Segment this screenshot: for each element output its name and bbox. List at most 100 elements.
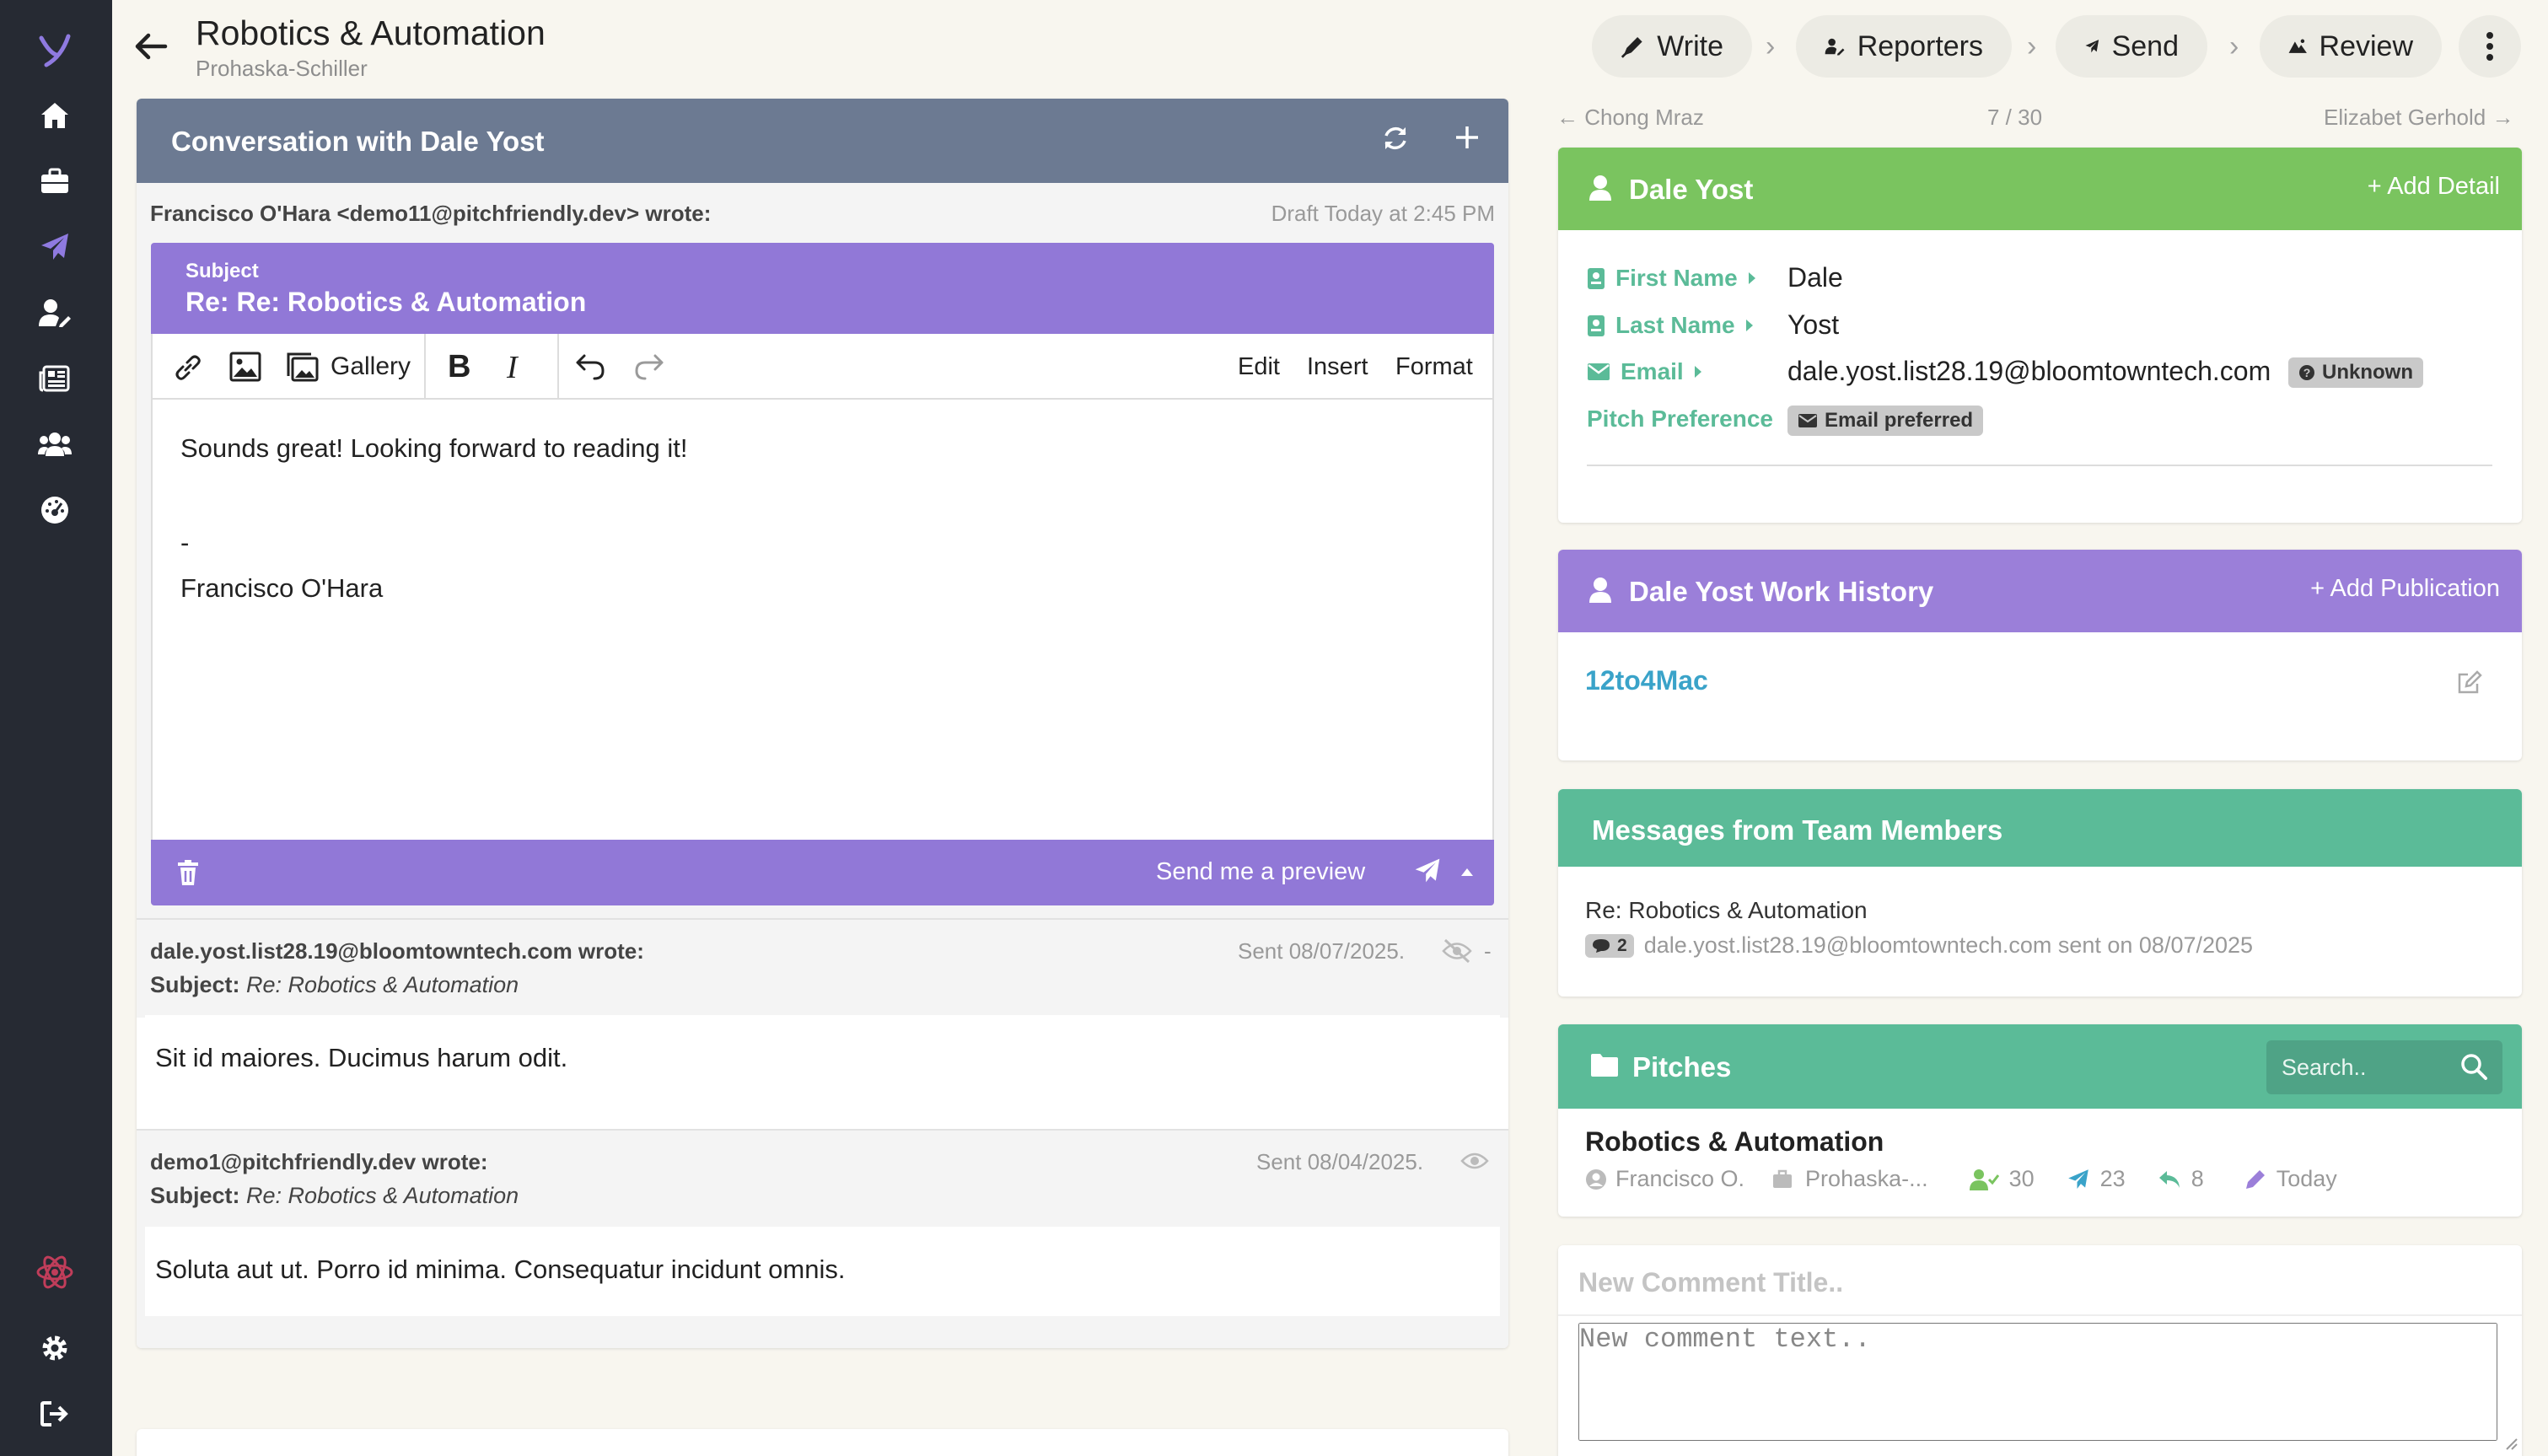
next-contact-link[interactable]: Elizabet Gerhold → [2324, 105, 2513, 131]
bold-icon[interactable]: B [448, 349, 470, 385]
atom-icon[interactable] [34, 1251, 76, 1293]
team-message-meta-row: 2 dale.yost.list28.19@bloomtowntech.com … [1585, 932, 2253, 959]
mountain-icon [2288, 39, 2307, 53]
pitch-company: Prohaska-... [1805, 1166, 1928, 1191]
gallery-button[interactable]: Gallery [331, 352, 411, 381]
link-icon[interactable] [171, 351, 205, 384]
back-arrow-icon[interactable] [133, 30, 169, 62]
undo-icon[interactable] [574, 352, 606, 381]
comment-icon [1593, 938, 1610, 953]
question-circle-icon: ? [2299, 365, 2314, 380]
divider [1587, 465, 2492, 466]
message-subject-label: Subject: [150, 972, 240, 997]
newspaper-icon[interactable] [34, 357, 76, 400]
more-options-button[interactable] [2459, 15, 2521, 78]
team-message-subject[interactable]: Re: Robotics & Automation [1585, 897, 1868, 924]
message-extra: - [1484, 938, 1492, 964]
last-name-value[interactable]: Yost [1787, 309, 1839, 341]
trash-icon[interactable] [176, 859, 200, 886]
step-send-button[interactable]: Send [2056, 15, 2207, 78]
chevron-right-icon: › [1766, 30, 1776, 62]
add-icon[interactable] [1454, 124, 1481, 151]
new-comment-card [1558, 1245, 2522, 1456]
team-messages-card: Messages from Team Members Re: Robotics … [1558, 789, 2522, 997]
publication-link[interactable]: 12to4Mac [1585, 665, 1708, 696]
work-history-card: Dale Yost Work History + Add Publication… [1558, 550, 2522, 760]
divider [137, 918, 1508, 920]
comment-text-input[interactable] [1578, 1323, 2497, 1441]
step-review-button[interactable]: Review [2260, 15, 2442, 78]
folder-icon [1590, 1052, 1619, 1077]
subject-label: Subject [185, 260, 259, 282]
resize-handle-icon[interactable] [2503, 1436, 2518, 1451]
subject-bar[interactable]: Subject Re: Re: Robotics & Automation [151, 243, 1494, 334]
pitch-preference-badge[interactable]: Email preferred [1787, 406, 1984, 436]
contact-counter: 7 / 30 [1987, 105, 2043, 130]
logout-icon[interactable] [34, 1393, 76, 1435]
next-panel [137, 1429, 1508, 1456]
gear-icon[interactable] [34, 1327, 76, 1369]
pitches-card: Pitches Robotics & Automation Francisco … [1558, 1024, 2522, 1217]
eye-slash-icon[interactable] [1442, 938, 1472, 964]
step-write-label: Write [1657, 30, 1723, 62]
user-edit-icon [1825, 38, 1845, 56]
work-history-title: Dale Yost Work History [1629, 576, 1934, 607]
image-icon[interactable] [228, 351, 262, 383]
user-edit-icon[interactable] [34, 292, 76, 334]
prev-contact-link[interactable]: ← Chong Mraz [1556, 105, 1704, 131]
format-menu[interactable]: Format [1395, 353, 1473, 381]
add-publication-button[interactable]: + Add Publication [2310, 575, 2500, 603]
message-subject-line: Subject: Re: Robotics & Automation [150, 1183, 519, 1209]
eye-icon[interactable] [1460, 1151, 1489, 1171]
paper-plane-icon[interactable] [34, 226, 76, 268]
home-icon[interactable] [34, 94, 76, 137]
step-write-button[interactable]: Write [1592, 15, 1752, 78]
italic-icon[interactable]: I [507, 349, 518, 386]
refresh-icon[interactable] [1381, 124, 1410, 153]
editor-body[interactable]: Sounds great! Looking forward to reading… [151, 400, 1494, 840]
draft-author: Francisco O'Hara <demo11@pitchfriendly.d… [150, 201, 712, 226]
pitch-preference-text: Email preferred [1825, 409, 1974, 432]
draft-status: Draft Today at 2:45 PM [1271, 201, 1495, 226]
user-circle-icon [1586, 1169, 1606, 1190]
users-icon[interactable] [34, 423, 76, 465]
editor-toolbar: Gallery B I Edit Insert Format [151, 334, 1494, 400]
user-icon [1588, 577, 1612, 604]
pitch-title[interactable]: Robotics & Automation [1585, 1126, 1884, 1158]
send-preview-button[interactable]: Send me a preview [1156, 858, 1365, 886]
send-icon[interactable] [1413, 857, 1442, 885]
pitches-search-box[interactable] [2266, 1040, 2502, 1094]
edit-icon[interactable] [2457, 669, 2482, 695]
svg-text:?: ? [2303, 366, 2311, 379]
toolbar-divider [557, 334, 559, 398]
gallery-icon[interactable] [286, 351, 320, 383]
body-line: Sounds great! Looking forward to reading… [180, 433, 688, 463]
pitches-search-input[interactable] [2282, 1052, 2450, 1083]
caret-up-icon[interactable] [1460, 867, 1474, 877]
comment-title-input[interactable] [1578, 1259, 2497, 1306]
add-detail-button[interactable]: + Add Detail [2368, 173, 2500, 201]
first-name-value[interactable]: Dale [1787, 262, 1843, 293]
dashboard-icon[interactable] [34, 489, 76, 531]
step-reporters-button[interactable]: Reporters [1796, 15, 2012, 78]
search-icon[interactable] [2460, 1053, 2487, 1080]
redo-icon[interactable] [633, 352, 665, 381]
reply-icon [2158, 1170, 2180, 1188]
app-logo-icon[interactable] [34, 29, 76, 71]
email-value[interactable]: dale.yost.list28.19@bloomtowntech.com [1787, 356, 2271, 387]
message-subject-label: Subject: [150, 1183, 240, 1208]
subject-value[interactable]: Re: Re: Robotics & Automation [185, 287, 586, 318]
page-title: Robotics & Automation [196, 13, 546, 52]
insert-menu[interactable]: Insert [1307, 353, 1368, 381]
work-history-header: Dale Yost Work History + Add Publication [1558, 550, 2522, 632]
email-label: Email [1621, 358, 1684, 384]
kebab-menu-icon [2486, 32, 2493, 61]
envelope-icon [1798, 414, 1817, 427]
briefcase-icon[interactable] [34, 160, 76, 202]
caret-right-icon [1745, 320, 1753, 331]
last-name-label: Last Name [1615, 312, 1735, 338]
email-label-row: Email [1587, 358, 1702, 385]
pitch-preference-label: Pitch Preference [1587, 406, 1773, 432]
email-status-text: Unknown [2322, 361, 2413, 384]
edit-menu[interactable]: Edit [1238, 353, 1280, 381]
